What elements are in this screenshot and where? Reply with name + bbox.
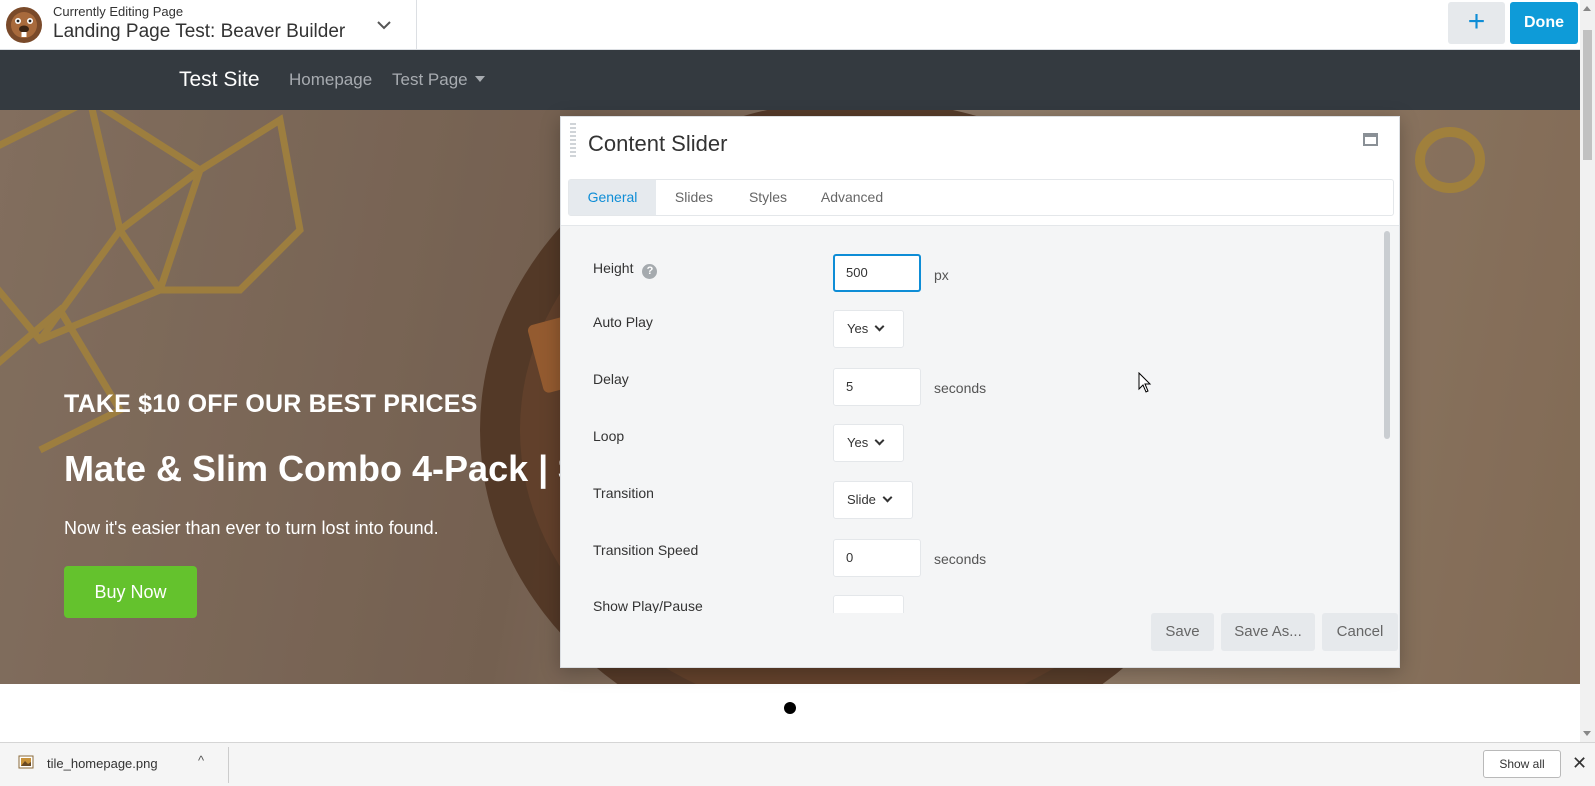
tab-styles[interactable]: Styles bbox=[732, 180, 804, 215]
save-button[interactable]: Save bbox=[1151, 613, 1214, 651]
tab-advanced[interactable]: Advanced bbox=[806, 180, 898, 215]
page-scrollbar-thumb[interactable] bbox=[1583, 30, 1592, 160]
transition-value: Slide bbox=[847, 492, 876, 507]
caret-down-icon bbox=[474, 76, 485, 82]
add-content-button[interactable]: + bbox=[1448, 2, 1505, 44]
chevron-down-icon bbox=[874, 435, 885, 446]
height-input[interactable]: 500 bbox=[833, 254, 921, 292]
download-file-name[interactable]: tile_homepage.png bbox=[47, 756, 158, 771]
toolbar-divider bbox=[416, 0, 417, 50]
chevron-down-icon bbox=[882, 492, 893, 503]
delay-unit: seconds bbox=[934, 380, 987, 396]
panel-header: Content Slider General Slides Styles Adv… bbox=[561, 117, 1399, 226]
transition-label: Transition bbox=[593, 485, 654, 501]
transition-speed-unit: seconds bbox=[934, 551, 987, 567]
slider-pagination-dot[interactable] bbox=[784, 702, 796, 714]
height-unit: px bbox=[934, 267, 949, 283]
download-bar: tile_homepage.png ^ Show all ✕ bbox=[0, 742, 1595, 786]
height-label: Height? bbox=[593, 260, 658, 279]
chevron-down-icon[interactable] bbox=[374, 15, 394, 35]
hero-subtitle: Now it's easier than ever to turn lost i… bbox=[64, 518, 439, 538]
delay-label: Delay bbox=[593, 371, 629, 387]
loop-label: Loop bbox=[593, 428, 625, 444]
show-all-button[interactable]: Show all bbox=[1483, 750, 1561, 778]
page-title[interactable]: Landing Page Test: Beaver Builder bbox=[53, 21, 345, 43]
site-navbar: Test Site Homepage Test Page bbox=[0, 50, 1580, 110]
transition-speed-label: Transition Speed bbox=[593, 542, 699, 558]
tab-slides[interactable]: Slides bbox=[658, 180, 730, 215]
save-as-button[interactable]: Save As... bbox=[1221, 613, 1315, 651]
site-brand[interactable]: Test Site bbox=[179, 68, 260, 92]
download-options-caret-icon[interactable]: ^ bbox=[198, 753, 204, 768]
chevron-down-icon bbox=[874, 321, 885, 332]
download-separator bbox=[228, 747, 229, 783]
editing-label: Currently Editing Page bbox=[53, 4, 184, 19]
height-label-text: Height bbox=[593, 260, 634, 276]
builder-toolbar: Currently Editing Page Landing Page Test… bbox=[0, 0, 1580, 50]
nav-link-homepage[interactable]: Homepage bbox=[289, 70, 372, 90]
transition-speed-input[interactable]: 0 bbox=[833, 539, 921, 577]
nav-link-test-page[interactable]: Test Page bbox=[392, 70, 485, 90]
show-play-pause-label: Show Play/Pause bbox=[593, 598, 703, 614]
buy-now-button[interactable]: Buy Now bbox=[64, 566, 197, 618]
help-icon[interactable]: ? bbox=[642, 264, 658, 279]
nav-link-label: Test Page bbox=[392, 70, 468, 89]
loop-select[interactable]: Yes bbox=[833, 424, 904, 462]
scroll-up-arrow-icon[interactable] bbox=[1583, 6, 1591, 11]
settings-tabs: General Slides Styles Advanced bbox=[568, 179, 1394, 216]
panel-scrollbar-thumb[interactable] bbox=[1384, 231, 1390, 439]
tab-general[interactable]: General bbox=[569, 180, 656, 215]
auto-play-value: Yes bbox=[847, 321, 869, 336]
auto-play-select[interactable]: Yes bbox=[833, 310, 904, 348]
cancel-button[interactable]: Cancel bbox=[1322, 613, 1398, 651]
hero-kicker: TAKE $10 OFF OUR BEST PRICES bbox=[64, 390, 478, 418]
maximize-icon[interactable] bbox=[1363, 133, 1378, 146]
auto-play-label: Auto Play bbox=[593, 314, 653, 330]
loop-value: Yes bbox=[847, 435, 869, 450]
scroll-down-arrow-icon[interactable] bbox=[1583, 731, 1591, 736]
close-icon[interactable]: ✕ bbox=[1572, 753, 1587, 774]
done-button[interactable]: Done bbox=[1510, 2, 1578, 44]
hero-heading: Mate & Slim Combo 4-Pack | $5 bbox=[64, 448, 599, 489]
content-slider-settings-panel: Content Slider General Slides Styles Adv… bbox=[560, 116, 1400, 668]
panel-title: Content Slider bbox=[588, 131, 728, 156]
mouse-pointer-icon bbox=[1138, 372, 1152, 393]
beaver-logo-icon bbox=[6, 7, 42, 43]
delay-input[interactable]: 5 bbox=[833, 368, 921, 406]
transition-select[interactable]: Slide bbox=[833, 481, 913, 519]
image-file-icon bbox=[18, 755, 34, 769]
drag-handle-icon[interactable] bbox=[570, 123, 576, 157]
